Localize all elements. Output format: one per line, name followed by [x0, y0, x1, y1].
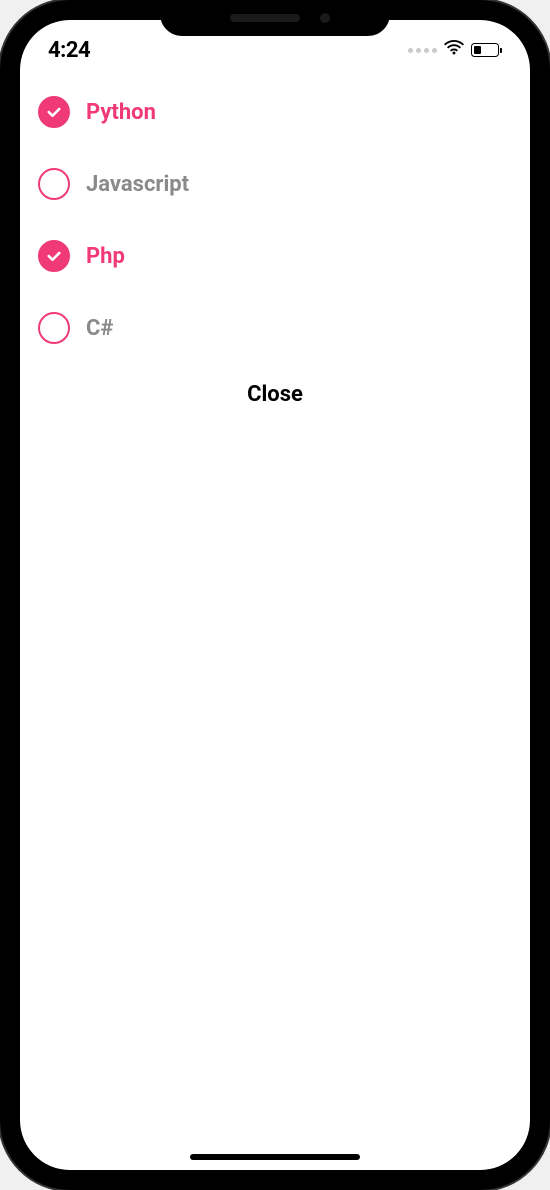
- option-javascript[interactable]: Javascript: [30, 148, 520, 220]
- notch-camera: [320, 13, 330, 23]
- battery-icon: [471, 43, 502, 57]
- device-frame: 4:24: [0, 0, 550, 1190]
- checkmark-circle-icon: [38, 240, 70, 272]
- status-right: [408, 40, 502, 60]
- option-csharp[interactable]: C#: [30, 292, 520, 364]
- notch-speaker: [230, 14, 300, 22]
- device-screen: 4:24: [20, 20, 530, 1170]
- options-list: Python Javascript Php C# Close: [20, 68, 530, 425]
- checkmark-circle-icon: [38, 96, 70, 128]
- option-label: Php: [86, 244, 125, 269]
- option-label: Javascript: [86, 172, 189, 197]
- option-label: C#: [86, 316, 113, 341]
- device-notch: [160, 0, 390, 36]
- wifi-icon: [444, 40, 464, 60]
- close-button[interactable]: Close: [30, 364, 520, 425]
- empty-circle-icon: [38, 168, 70, 200]
- home-indicator[interactable]: [190, 1154, 360, 1160]
- status-time: 4:24: [48, 38, 90, 63]
- empty-circle-icon: [38, 312, 70, 344]
- option-php[interactable]: Php: [30, 220, 520, 292]
- cellular-dots-icon: [408, 48, 437, 53]
- option-label: Python: [86, 100, 156, 125]
- option-python[interactable]: Python: [30, 76, 520, 148]
